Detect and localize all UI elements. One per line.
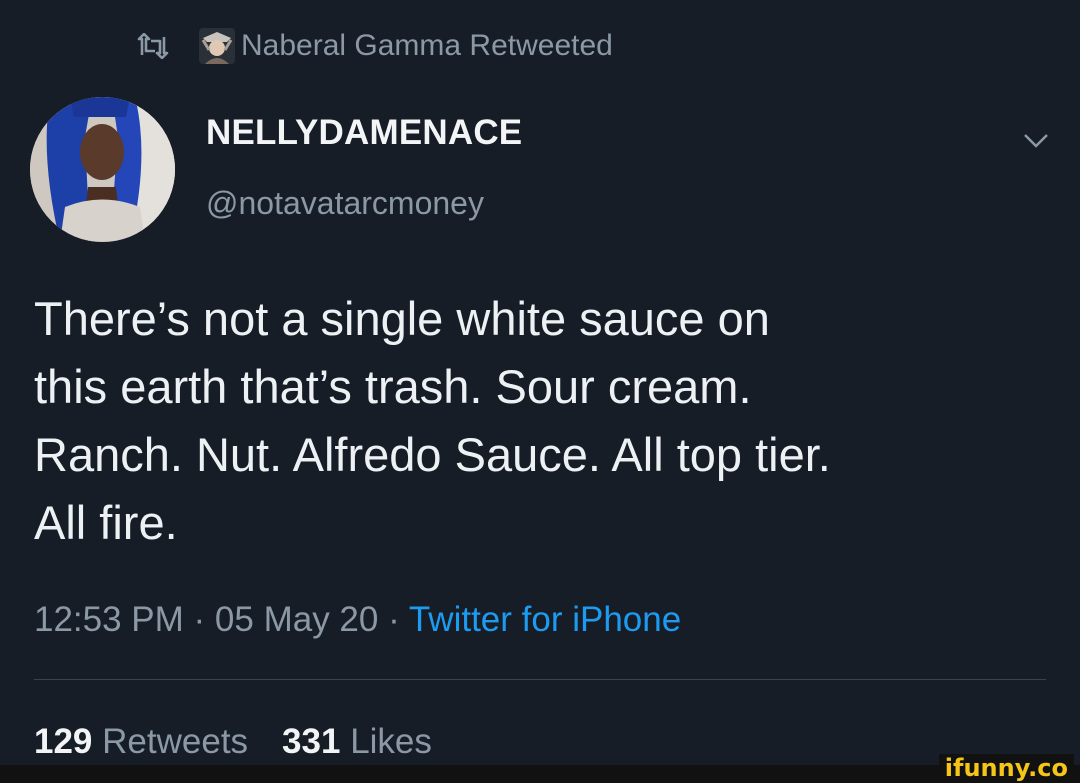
divider (34, 679, 1046, 680)
author-handle[interactable]: @notavatarcmoney (206, 185, 484, 222)
likes-stat[interactable]: 331 Likes (282, 722, 432, 761)
tweet-text-line: All fire. (34, 496, 178, 549)
meta-separator: · (183, 600, 215, 639)
tweet-time[interactable]: 12:53 PM (34, 600, 184, 639)
meta-separator: · (378, 600, 409, 639)
author-display-name[interactable]: NELLYDAMENACE (206, 113, 522, 153)
retweeter-avatar[interactable] (199, 28, 235, 64)
chevron-down-icon[interactable] (1022, 130, 1050, 152)
tweet-text-line: this earth that’s trash. Sour cream. (34, 360, 752, 413)
retweets-label: Retweets (102, 722, 249, 761)
retweets-stat[interactable]: 129 Retweets (34, 722, 248, 761)
tweet-text-line: There’s not a single white sauce on (34, 292, 770, 345)
tweet-text-line: Ranch. Nut. Alfredo Sauce. All top tier. (34, 428, 831, 481)
ifunny-watermark: ifunny.co (938, 754, 1074, 783)
watermark-bar (0, 765, 1080, 783)
retweet-header: Naberal Gamma Retweeted (135, 26, 613, 66)
retweets-count: 129 (34, 722, 93, 761)
likes-count: 331 (282, 722, 341, 761)
author-avatar[interactable] (30, 97, 175, 242)
tweet-stats: 129 Retweets 331 Likes (34, 722, 432, 762)
likes-label: Likes (350, 722, 432, 761)
retweet-icon (137, 33, 169, 59)
retweet-label[interactable]: Naberal Gamma Retweeted (241, 29, 613, 63)
tweet-source-link[interactable]: Twitter for iPhone (409, 600, 681, 639)
author-avatar-image (30, 97, 175, 242)
tweet-text: There’s not a single white sauce on this… (34, 285, 1064, 557)
tweet-meta: 12:53 PM · 05 May 20 · Twitter for iPhon… (34, 600, 681, 640)
tweet-date[interactable]: 05 May 20 (215, 600, 378, 639)
